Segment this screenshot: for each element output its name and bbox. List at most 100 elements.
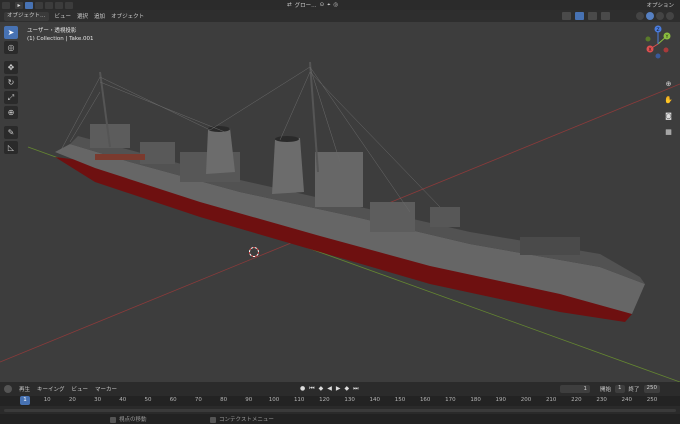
jump-start-icon[interactable]: ⏮ bbox=[309, 385, 314, 393]
cursor-icon[interactable]: ◎ bbox=[4, 41, 18, 54]
view-name: ユーザー・透視投影 bbox=[27, 28, 77, 34]
status-bar: 視点の移動 コンテクストメニュー bbox=[0, 414, 680, 424]
menu-view[interactable]: ビュー bbox=[55, 12, 72, 20]
menu-object[interactable]: オブジェクト bbox=[111, 12, 144, 20]
transform-orientation[interactable]: ⇄ グロー… ⊙ ⌖ ◎ bbox=[287, 1, 338, 10]
jump-end-icon[interactable]: ⏭ bbox=[353, 385, 358, 393]
shading-modes bbox=[636, 12, 674, 20]
select-box-icon[interactable] bbox=[25, 1, 33, 9]
solid-shading-icon[interactable] bbox=[646, 12, 654, 20]
timeline-header: 再生 キーイング ビュー マーカー ● ⏮ ◆ ◀ ▶ ◆ ⏭ 1 開始 1 終… bbox=[0, 382, 680, 396]
proportional-edit-icon[interactable]: ◎ bbox=[333, 2, 338, 8]
record-icon[interactable]: ● bbox=[300, 385, 305, 393]
current-frame-field[interactable]: 1 bbox=[560, 385, 590, 393]
move-icon[interactable]: ✥ bbox=[4, 61, 18, 74]
next-key-icon[interactable]: ◆ bbox=[345, 385, 350, 393]
navigation-gizmo[interactable]: Z Y X bbox=[645, 25, 671, 59]
viewport-header: オブジェクト… ビュー 選択 追加 オブジェクト bbox=[0, 10, 680, 22]
rotate-icon[interactable]: ↻ bbox=[4, 76, 18, 89]
ruler-tick: 240 bbox=[621, 397, 633, 403]
timeline-track[interactable] bbox=[0, 406, 680, 414]
rendered-shading-icon[interactable] bbox=[666, 12, 674, 20]
hand-icon[interactable]: ✋ bbox=[663, 94, 674, 105]
select-invert-icon[interactable] bbox=[55, 1, 63, 9]
ruler-tick: 90 bbox=[245, 397, 253, 403]
aft-house bbox=[370, 202, 415, 232]
select-extend-icon[interactable] bbox=[35, 1, 43, 9]
prev-key-icon[interactable]: ◆ bbox=[319, 385, 324, 393]
funnel-forward bbox=[206, 128, 235, 174]
xray-icon[interactable] bbox=[601, 12, 610, 20]
end-frame-field[interactable]: 250 bbox=[643, 385, 661, 393]
timeline-ruler[interactable]: 1 10 20 30 40 50 60 70 80 90 100 110 120 130 140 150 16… bbox=[0, 396, 680, 406]
snap-icon[interactable]: ⌖ bbox=[327, 2, 330, 9]
end-label: 終了 bbox=[628, 387, 640, 393]
ruler-tick: 40 bbox=[119, 397, 127, 403]
ruler-tick: 160 bbox=[419, 397, 431, 403]
ruler-tick: 100 bbox=[268, 397, 280, 403]
wireframe-shading-icon[interactable] bbox=[636, 12, 644, 20]
zoom-icon[interactable]: ⊕ bbox=[663, 78, 674, 89]
menu-select[interactable]: 選択 bbox=[77, 12, 88, 20]
gizmo-y-label: Y bbox=[665, 34, 669, 40]
ruler-tick: 30 bbox=[94, 397, 102, 403]
deck-red-detail bbox=[95, 154, 145, 160]
select-icon[interactable]: ➤ bbox=[4, 26, 18, 39]
scene-render: Z Y X bbox=[0, 25, 680, 382]
status-item-pan: 視点の移動 bbox=[110, 415, 147, 423]
funnel-aft-top bbox=[275, 136, 299, 142]
options-menu[interactable]: オプション bbox=[646, 1, 674, 9]
frame-range: 開始 1 終了 250 bbox=[600, 385, 661, 393]
camera-icon[interactable]: ◙ bbox=[663, 110, 674, 121]
editor-type-icon[interactable] bbox=[2, 1, 10, 9]
annotate-icon[interactable]: ✎ bbox=[4, 126, 18, 139]
orientation-icon: ⇄ bbox=[287, 2, 292, 8]
measure-icon[interactable]: ◺ bbox=[4, 141, 18, 154]
scale-icon[interactable]: ⤢ bbox=[4, 91, 18, 104]
ruler-tick: 70 bbox=[194, 397, 202, 403]
transform-icon[interactable]: ⊕ bbox=[4, 106, 18, 119]
timeline-menu-marker[interactable]: マーカー bbox=[95, 385, 117, 393]
viewport-info: ユーザー・透視投影 (1) Collection | Take.001 bbox=[27, 27, 94, 43]
visibility-icon[interactable] bbox=[562, 12, 571, 20]
menu-add[interactable]: 追加 bbox=[94, 12, 105, 20]
gizmo-z-label: Z bbox=[656, 27, 659, 33]
ruler-tick: 230 bbox=[596, 397, 607, 403]
timeline-menu-view[interactable]: ビュー bbox=[72, 385, 89, 393]
timeline-menu-playback[interactable]: 再生 bbox=[19, 385, 30, 393]
3d-viewport[interactable]: Z Y X ユーザー・透視投影 (1) Collection | Take.00… bbox=[0, 22, 680, 382]
material-shading-icon[interactable] bbox=[656, 12, 664, 20]
ruler-tick: 210 bbox=[545, 397, 557, 403]
ruler-tick: 50 bbox=[144, 397, 152, 403]
status-context-label: コンテクストメニュー bbox=[219, 417, 274, 423]
deck-house bbox=[140, 142, 175, 164]
select-intersect-icon[interactable] bbox=[65, 1, 73, 9]
grid-icon[interactable]: ▦ bbox=[663, 126, 674, 137]
select-mode-icon[interactable]: ▸ bbox=[15, 1, 23, 9]
ruler-tick: 130 bbox=[344, 397, 355, 403]
stern-deck-equipment bbox=[520, 237, 580, 255]
start-frame-field[interactable]: 1 bbox=[615, 385, 625, 393]
select-subtract-icon[interactable] bbox=[45, 1, 53, 9]
tool-settings-header: ▸ ⇄ グロー… ⊙ ⌖ ◎ オプション bbox=[0, 0, 680, 10]
gizmo-toggle-icon[interactable] bbox=[575, 12, 584, 20]
timeline-menu-keying[interactable]: キーイング bbox=[37, 385, 65, 393]
overlay-toggle-icon[interactable] bbox=[588, 12, 597, 20]
ruler-tick: 60 bbox=[169, 397, 177, 403]
navigation-buttons: ⊕ ✋ ◙ ▦ bbox=[663, 78, 674, 137]
ruler-tick: 170 bbox=[445, 397, 456, 403]
overlay-controls bbox=[562, 12, 610, 20]
mouse-right-icon bbox=[210, 416, 216, 423]
timeline-scrollbar[interactable] bbox=[4, 409, 676, 412]
pivot-icon[interactable]: ⊙ bbox=[320, 2, 325, 8]
timeline-editor-icon[interactable] bbox=[4, 385, 12, 393]
playhead[interactable]: 1 bbox=[20, 396, 30, 405]
aft-turret bbox=[430, 207, 460, 227]
play-icon[interactable]: ▶ bbox=[336, 385, 341, 393]
play-reverse-icon[interactable]: ◀ bbox=[327, 385, 332, 393]
ruler-tick: 150 bbox=[394, 397, 406, 403]
ruler-tick: 200 bbox=[520, 397, 532, 403]
interaction-mode-dropdown[interactable]: オブジェクト… bbox=[4, 11, 49, 21]
ruler-tick: 250 bbox=[646, 397, 658, 403]
ruler-tick: 120 bbox=[319, 397, 330, 403]
